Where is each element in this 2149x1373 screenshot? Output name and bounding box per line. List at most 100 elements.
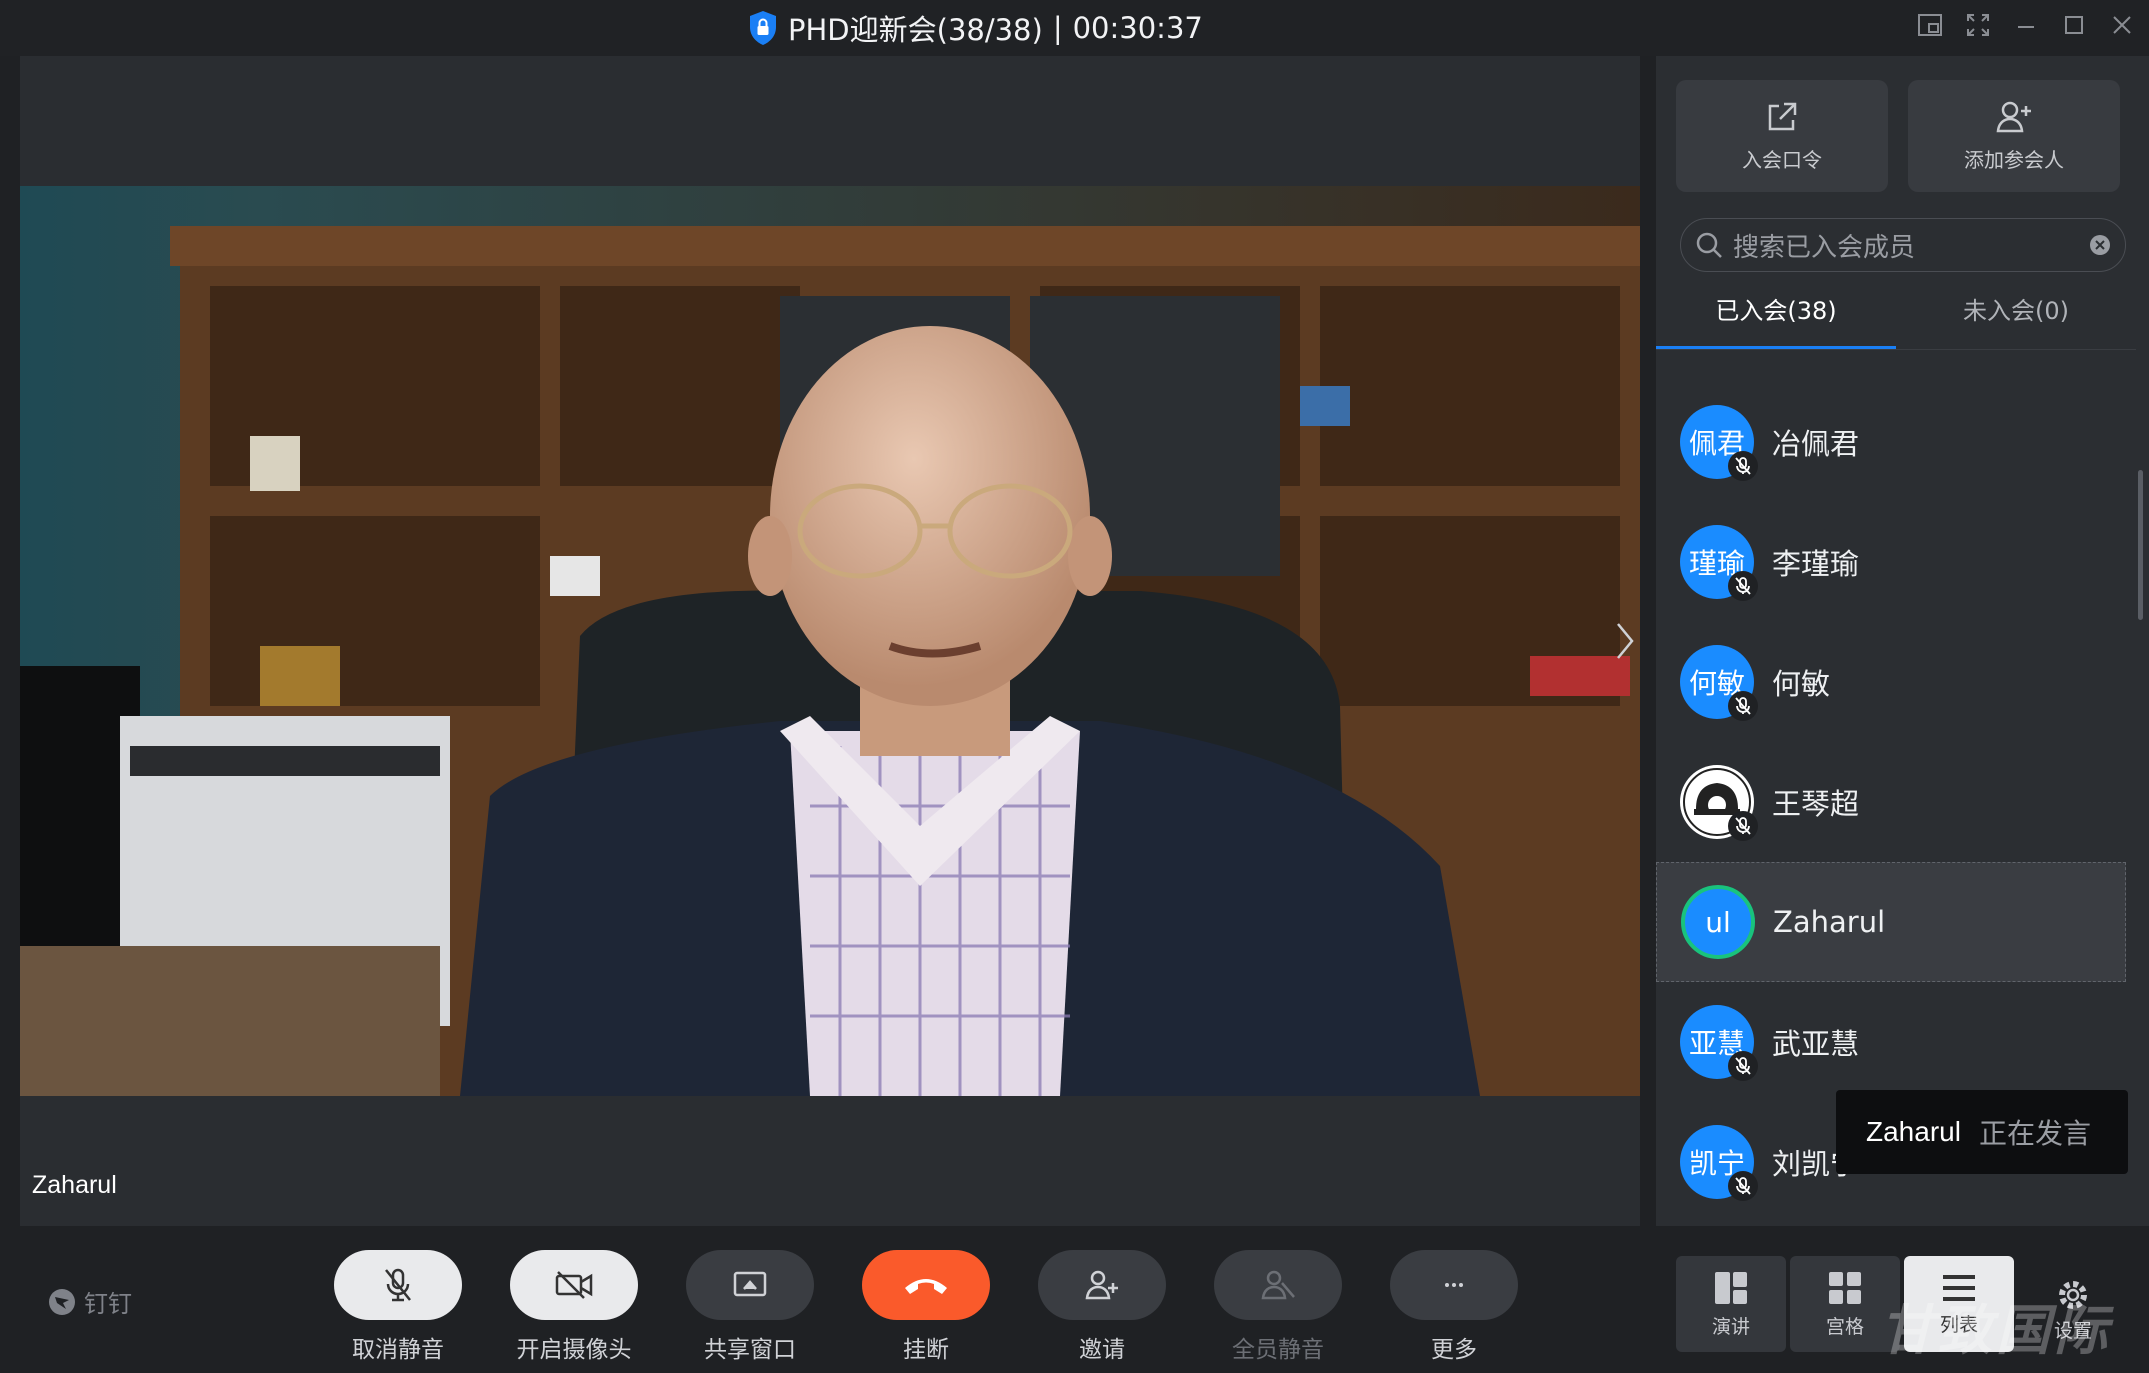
add-participant-label: 添加参会人 (1964, 147, 2064, 172)
share-out-icon (1768, 102, 1797, 130)
mute-all-pill (1214, 1250, 1342, 1320)
member-list-scrollbar[interactable] (2138, 470, 2143, 620)
grid-view-label: 宫格 (1825, 1315, 1864, 1338)
mute-all-icon (1261, 1270, 1295, 1300)
avatar: 瑾瑜 (1680, 525, 1758, 601)
speaker-view-icon (1715, 1271, 1747, 1304)
add-participant-button[interactable]: 添加参会人 (1908, 80, 2120, 192)
share-window-button[interactable]: 共享窗口 (686, 1250, 814, 1364)
shield-lock-icon (750, 11, 776, 45)
camera-label: 开启摄像头 (516, 1337, 632, 1363)
share-pill (686, 1250, 814, 1320)
camera-pill (510, 1250, 638, 1320)
mic-muted-icon (1728, 571, 1758, 601)
speaker-label: Zaharul (32, 1171, 117, 1199)
speaker-view-label: 演讲 (1711, 1315, 1750, 1338)
member-search-input[interactable]: 搜索已入会成员 (1680, 218, 2126, 272)
member-tabs: 已入会(38) 未入会(0) (1656, 281, 2136, 341)
mute-all-button[interactable]: 全员静音 (1214, 1250, 1342, 1364)
list-item[interactable]: 王琴超 (1656, 742, 2126, 862)
toast-status: 正在发言 (1978, 1117, 2091, 1150)
speaking-toast: Zaharul 正在发言 (1836, 1090, 2128, 1174)
more-pill (1390, 1250, 1518, 1320)
hang-up-label: 挂断 (903, 1337, 949, 1363)
hang-up-button[interactable]: 挂断 (862, 1250, 990, 1364)
mic-muted-icon (1728, 1051, 1758, 1081)
share-screen-icon (733, 1271, 767, 1297)
close-icon (2113, 16, 2131, 34)
invite-pill (1038, 1250, 1166, 1320)
minimize-button[interactable] (2013, 12, 2039, 38)
mic-muted-icon (1728, 1171, 1758, 1201)
avatar: ul (1681, 885, 1755, 959)
unmute-button[interactable]: 取消静音 (334, 1250, 462, 1364)
meeting-toolbar: 钉钉 取消静音 开启摄像头 共享窗口 挂断 邀请 全员静音 更多 演讲 宫格 列… (0, 1226, 2149, 1373)
unmute-pill (334, 1250, 462, 1320)
list-item-active-speaker[interactable]: ul Zaharul (1656, 862, 2126, 982)
avatar: 佩君 (1680, 405, 1758, 481)
invite-label: 邀请 (1079, 1337, 1125, 1363)
search-icon (1696, 232, 1722, 258)
pip-icon (1918, 14, 1942, 36)
tab-joined[interactable]: 已入会(38) (1656, 281, 1896, 341)
more-button[interactable]: 更多 (1390, 1250, 1518, 1364)
pip-button[interactable] (1917, 12, 1943, 38)
avatar-text: ul (1705, 905, 1731, 939)
tab-divider (1656, 349, 2136, 350)
camera-button[interactable]: 开启摄像头 (510, 1250, 638, 1364)
next-page-button[interactable] (1610, 611, 1640, 671)
fullscreen-button[interactable] (1965, 12, 1991, 38)
title-bar: PHD迎新会(38/38) | 00:30:37 (0, 0, 2149, 56)
close-button[interactable] (2109, 12, 2135, 38)
list-item[interactable]: 佩君 冶佩君 (1656, 382, 2126, 502)
share-label: 共享窗口 (704, 1337, 796, 1363)
mic-muted-icon (385, 1268, 411, 1302)
speaker-view-button[interactable]: 演讲 (1676, 1256, 1786, 1352)
grid-view-icon (1829, 1271, 1861, 1304)
participants-panel: 入会口令 添加参会人 搜索已入会成员 已入会(38) 未入会(0) 佩君 冶佩君… (1656, 56, 2149, 1226)
chevron-right-icon (1617, 623, 1634, 659)
maximize-icon (2065, 16, 2083, 34)
avatar: 亚慧 (1680, 1005, 1758, 1081)
unmute-label: 取消静音 (352, 1337, 444, 1363)
invite-icon (1085, 1270, 1118, 1300)
avatar: 凯宁 (1680, 1125, 1758, 1201)
dingtalk-logo-icon (49, 1288, 75, 1315)
hang-up-pill (862, 1250, 990, 1320)
member-name: 王琴超 (1772, 787, 1860, 821)
search-placeholder: 搜索已入会成员 (1733, 232, 1916, 263)
watermark: 甘致国际 (1880, 1299, 2112, 1362)
join-code-button[interactable]: 入会口令 (1676, 80, 1888, 192)
join-code-label: 入会口令 (1742, 147, 1822, 172)
avatar (1680, 765, 1758, 841)
participant-video (20, 186, 1640, 1096)
clear-icon[interactable] (2089, 234, 2111, 256)
brand-name: 钉钉 (84, 1290, 132, 1318)
meeting-title: PHD迎新会(38/38) | 00:30:37 (748, 8, 1203, 48)
member-name: 李瑾瑜 (1772, 547, 1860, 581)
member-name: 冶佩君 (1772, 427, 1860, 461)
video-stage: Zaharul (20, 56, 1640, 1226)
list-item[interactable]: 亚慧 武亚慧 (1656, 982, 2126, 1102)
video-frame-image (20, 186, 1640, 1096)
minimize-icon (2018, 26, 2034, 28)
camera-off-icon (555, 1271, 593, 1299)
add-person-icon (1996, 101, 2031, 132)
fullscreen-icon (1967, 14, 1989, 36)
mic-muted-icon (1728, 691, 1758, 721)
list-item[interactable]: 何敏 何敏 (1656, 622, 2126, 742)
mute-all-label: 全员静音 (1232, 1337, 1324, 1363)
mic-muted-icon (1728, 451, 1758, 481)
dingtalk-brand: 钉钉 (48, 1284, 132, 1319)
avatar: 何敏 (1680, 645, 1758, 721)
window-controls (1917, 12, 2135, 38)
maximize-button[interactable] (2061, 12, 2087, 38)
tab-not-joined[interactable]: 未入会(0) (1896, 281, 2136, 341)
panel-actions: 入会口令 添加参会人 (1676, 80, 2120, 192)
list-item[interactable]: 瑾瑜 李瑾瑜 (1656, 502, 2126, 622)
invite-button[interactable]: 邀请 (1038, 1250, 1166, 1364)
title-separator: | (1052, 11, 1063, 45)
more-label: 更多 (1431, 1337, 1477, 1363)
member-name: Zaharul (1773, 905, 1886, 939)
meeting-name: PHD迎新会(38/38) (788, 13, 1043, 47)
